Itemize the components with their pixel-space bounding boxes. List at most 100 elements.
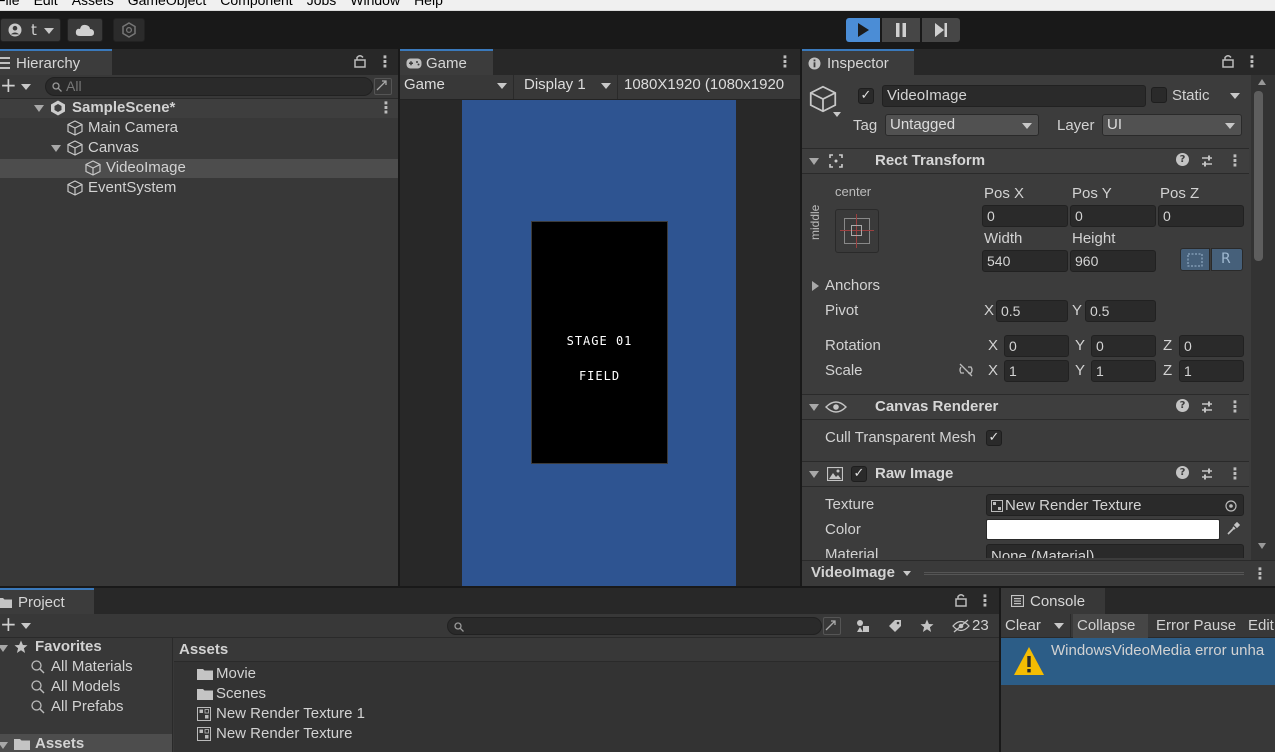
material-field[interactable]: None (Material) <box>986 544 1244 558</box>
icon-dropdown-icon[interactable] <box>833 112 841 117</box>
object-name-input[interactable]: VideoImage <box>882 85 1146 107</box>
game-view-dropdown[interactable]: Game <box>400 75 514 99</box>
menu-file[interactable]: File <box>0 0 20 8</box>
constrain-proportions-icon[interactable] <box>958 363 974 377</box>
cull-checkbox[interactable]: ✓ <box>986 430 1002 446</box>
rotation-y-input[interactable]: 0 <box>1091 335 1156 357</box>
asset-item[interactable]: New Render Texture 1 <box>174 705 999 724</box>
hierarchy-search-input[interactable]: All <box>45 77 373 96</box>
step-button[interactable] <box>922 18 960 42</box>
help-icon[interactable]: ? <box>1176 153 1189 166</box>
texture-field[interactable]: New Render Texture <box>986 494 1244 516</box>
lock-icon[interactable] <box>955 593 967 607</box>
account-button[interactable]: t <box>0 18 61 42</box>
static-dropdown-icon[interactable] <box>1230 93 1240 99</box>
canvas-renderer-expand-icon[interactable] <box>809 404 819 411</box>
menu-jobs[interactable]: Jobs <box>307 0 337 8</box>
collapse-button[interactable]: Collapse <box>1073 614 1148 638</box>
collab-button[interactable] <box>113 18 145 42</box>
scale-x-input[interactable]: 1 <box>1004 360 1069 382</box>
rect-transform-expand-icon[interactable] <box>809 158 819 165</box>
console-message-row[interactable]: WindowsVideoMedia error unha <box>1001 638 1275 685</box>
menu-edit[interactable]: Edit <box>34 0 58 8</box>
favorite-item[interactable]: All Models <box>0 678 172 697</box>
eyedropper-icon[interactable] <box>1226 522 1240 536</box>
footer-menu-icon[interactable]: ⋮ <box>1252 566 1268 582</box>
tab-project[interactable]: Project <box>0 588 94 614</box>
filter-by-label-icon[interactable] <box>888 619 902 633</box>
raw-image-enabled-checkbox[interactable]: ✓ <box>851 466 867 482</box>
project-menu-icon[interactable]: ⋮ <box>977 593 993 609</box>
clear-options-icon[interactable] <box>1054 623 1064 629</box>
preset-icon[interactable] <box>1200 154 1214 168</box>
cloud-button[interactable] <box>67 18 103 42</box>
footer-object-name[interactable]: VideoImage <box>811 564 895 581</box>
tab-game[interactable]: Game <box>400 49 493 75</box>
inspector-menu-icon[interactable]: ⋮ <box>1244 54 1260 70</box>
chevron-down-icon[interactable] <box>903 571 911 576</box>
menu-help[interactable]: Help <box>414 0 443 8</box>
filter-by-type-icon[interactable] <box>856 619 870 633</box>
pivot-x-input[interactable]: 0.5 <box>996 300 1068 322</box>
scroll-down-icon[interactable] <box>1258 543 1266 549</box>
play-button[interactable] <box>846 18 880 42</box>
error-pause-button[interactable]: Error Pause <box>1150 614 1242 638</box>
preset-icon[interactable] <box>1200 400 1214 414</box>
hierarchy-item[interactable]: Canvas <box>0 139 398 158</box>
favorite-item[interactable]: All Materials <box>0 658 172 677</box>
raw-image-header[interactable]: ✓ Raw Image ? ⋮ <box>802 461 1249 487</box>
star-icon[interactable] <box>920 619 934 633</box>
scene-row[interactable]: SampleScene* ⋮ <box>0 99 398 118</box>
footer-divider[interactable] <box>924 572 1244 575</box>
blueprint-mode-button[interactable] <box>1180 248 1210 271</box>
pos-y-input[interactable]: 0 <box>1070 205 1156 227</box>
favorites-expand-icon[interactable] <box>0 645 8 652</box>
hierarchy-item-selected[interactable]: VideoImage <box>0 159 398 178</box>
help-icon[interactable]: ? <box>1176 399 1189 412</box>
pos-x-input[interactable]: 0 <box>982 205 1068 227</box>
rect-transform-header[interactable]: Rect Transform ? ⋮ <box>802 148 1249 174</box>
tag-dropdown[interactable]: Untagged <box>885 114 1039 136</box>
inspector-scrollbar[interactable] <box>1251 75 1275 560</box>
asset-item[interactable]: Scenes <box>174 685 999 704</box>
game-menu-icon[interactable]: ⋮ <box>777 54 793 70</box>
breadcrumb-assets[interactable]: Assets <box>179 641 228 658</box>
search-expand-button[interactable] <box>823 617 841 635</box>
rotation-x-input[interactable]: 0 <box>1004 335 1069 357</box>
hierarchy-item[interactable]: Main Camera <box>0 119 398 138</box>
tab-inspector[interactable]: Inspector <box>802 49 914 75</box>
tab-console[interactable]: Console <box>1001 588 1105 614</box>
pause-button[interactable] <box>882 18 920 42</box>
favorite-item[interactable]: All Prefabs <box>0 698 172 717</box>
clear-button[interactable]: Clear <box>1001 614 1071 638</box>
project-search-input[interactable] <box>447 617 822 635</box>
width-input[interactable]: 540 <box>982 250 1068 272</box>
tab-hierarchy[interactable]: Hierarchy <box>0 49 112 75</box>
scene-visibility-button[interactable] <box>374 78 392 95</box>
preset-icon[interactable] <box>1200 467 1214 481</box>
canvas-renderer-menu-icon[interactable]: ⋮ <box>1227 399 1243 415</box>
scene-expand-icon[interactable] <box>34 105 44 112</box>
rotation-z-input[interactable]: 0 <box>1179 335 1244 357</box>
editor-button[interactable]: Edit <box>1244 614 1275 638</box>
rect-transform-menu-icon[interactable]: ⋮ <box>1227 153 1243 169</box>
hierarchy-item[interactable]: EventSystem <box>0 179 398 198</box>
game-viewport[interactable]: STAGE 01 FIELD <box>400 100 800 586</box>
pivot-y-input[interactable]: 0.5 <box>1085 300 1156 322</box>
add-dropdown-icon[interactable] <box>21 623 31 629</box>
static-checkbox[interactable] <box>1151 87 1167 103</box>
scene-menu-icon[interactable]: ⋮ <box>378 100 394 116</box>
hidden-packages-icon[interactable] <box>952 619 970 633</box>
raw-edit-button[interactable]: R <box>1211 248 1243 271</box>
scale-z-input[interactable]: 1 <box>1179 360 1244 382</box>
lock-icon[interactable] <box>354 54 366 68</box>
display-dropdown[interactable]: Display 1 <box>520 75 618 99</box>
asset-item[interactable]: Movie <box>174 665 999 684</box>
menu-component[interactable]: Component <box>220 0 292 8</box>
assets-expand-icon[interactable] <box>0 742 8 749</box>
pos-z-input[interactable]: 0 <box>1158 205 1244 227</box>
resolution-dropdown[interactable]: 1080X1920 (1080x1920 <box>620 75 800 99</box>
color-swatch[interactable] <box>986 519 1220 540</box>
height-input[interactable]: 960 <box>1070 250 1156 272</box>
lock-icon[interactable] <box>1222 54 1234 68</box>
